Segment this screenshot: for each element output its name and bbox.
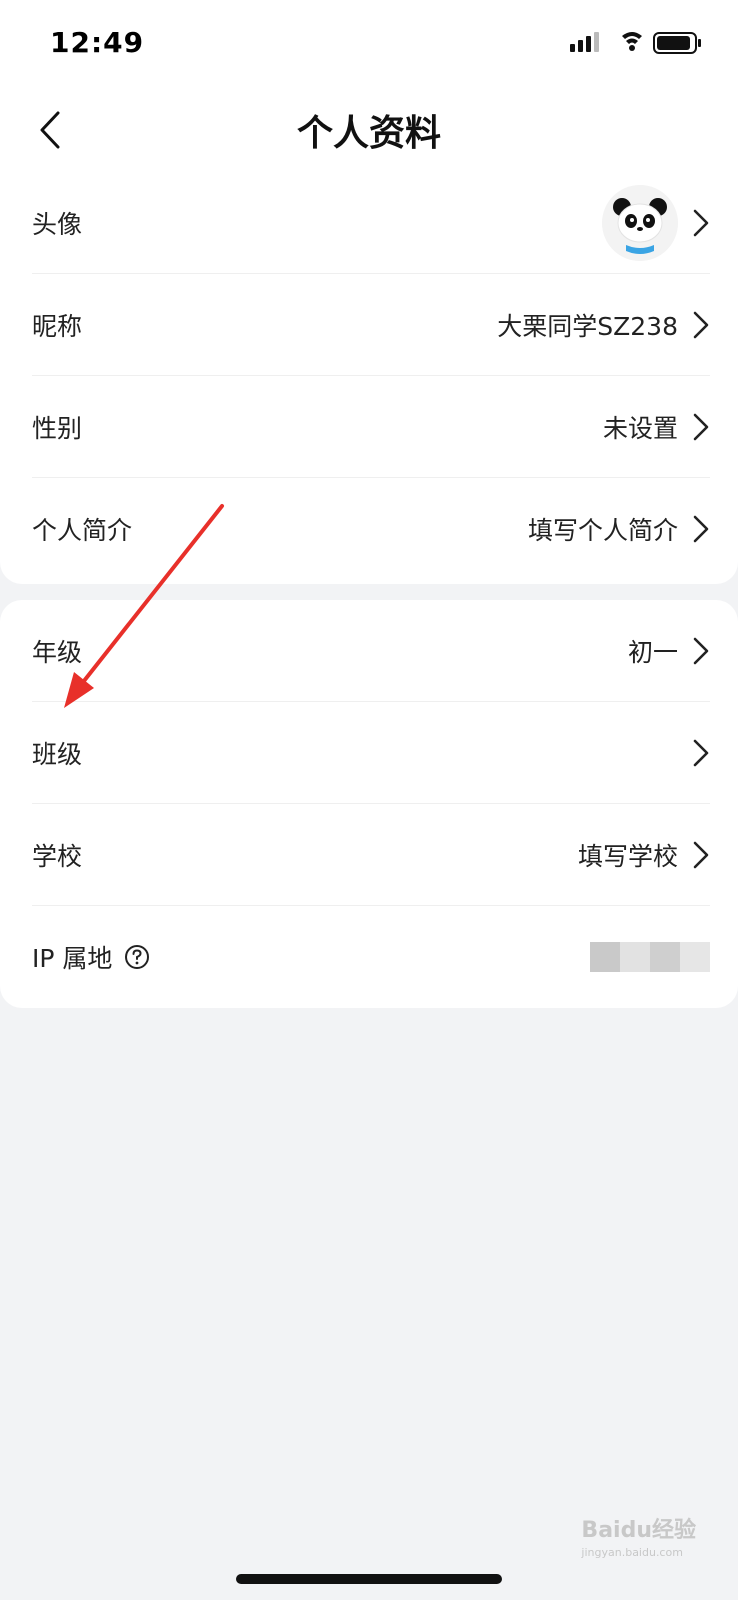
chevron-right-icon: [693, 739, 709, 767]
row-gender-label: 性别: [32, 414, 83, 443]
status-icons: [568, 30, 708, 60]
watermark-brand: Baidu经验: [581, 1518, 696, 1543]
signal-icon: [570, 32, 599, 52]
row-gender[interactable]: 性别 未设置: [32, 376, 710, 478]
row-nickname[interactable]: 昵称 大栗同学SZ238: [32, 274, 710, 376]
chevron-right-icon: [693, 311, 709, 339]
battery-icon: [653, 32, 701, 54]
row-school-label: 学校: [32, 842, 83, 871]
nav-bar: 个人资料: [0, 88, 738, 173]
row-nickname-value: 大栗同学SZ238: [497, 312, 678, 341]
watermark-url: jingyan.baidu.com: [581, 1546, 683, 1559]
row-nickname-label: 昵称: [32, 312, 83, 341]
row-grade-label: 年级: [32, 638, 83, 667]
row-avatar-label: 头像: [32, 210, 83, 239]
home-indicator[interactable]: [236, 1574, 502, 1584]
row-bio[interactable]: 个人简介 填写个人简介: [32, 478, 710, 580]
profile-school-card: 年级 初一 班级 学校 填写学校 IP 属地: [0, 600, 738, 1008]
baidu-watermark: Baidu经验 jingyan.baidu.com: [581, 1512, 696, 1559]
chevron-right-icon: [693, 637, 709, 665]
row-gender-value: 未设置: [602, 414, 678, 443]
panda-avatar-icon: [602, 185, 678, 261]
chevron-right-icon: [693, 841, 709, 869]
wifi-icon: [622, 32, 642, 51]
chevron-right-icon: [693, 413, 709, 441]
status-time: 12:49: [50, 26, 145, 59]
status-bar: 12:49: [0, 0, 738, 88]
row-avatar[interactable]: 头像: [32, 172, 710, 274]
profile-basic-card: 头像 昵称 大栗同学SZ238 性别 未设置 个人简介 填写个人简介: [0, 172, 738, 584]
chevron-right-icon: [693, 209, 709, 237]
row-ip-location: IP 属地: [32, 906, 710, 1008]
row-school-value: 填写学校: [577, 842, 678, 871]
ip-blurred-value: [590, 942, 710, 972]
avatar[interactable]: [602, 185, 678, 261]
row-grade-value: 初一: [627, 638, 678, 667]
row-class-label: 班级: [32, 740, 83, 769]
chevron-right-icon: [693, 515, 709, 543]
question-help-icon[interactable]: [124, 944, 150, 970]
row-class[interactable]: 班级: [32, 702, 710, 804]
page-title: 个人资料: [296, 113, 441, 154]
row-bio-label: 个人简介: [32, 516, 133, 545]
row-ip-label: IP 属地: [32, 944, 113, 973]
row-bio-value: 填写个人简介: [527, 516, 678, 545]
row-school[interactable]: 学校 填写学校: [32, 804, 710, 906]
row-grade[interactable]: 年级 初一: [32, 600, 710, 702]
